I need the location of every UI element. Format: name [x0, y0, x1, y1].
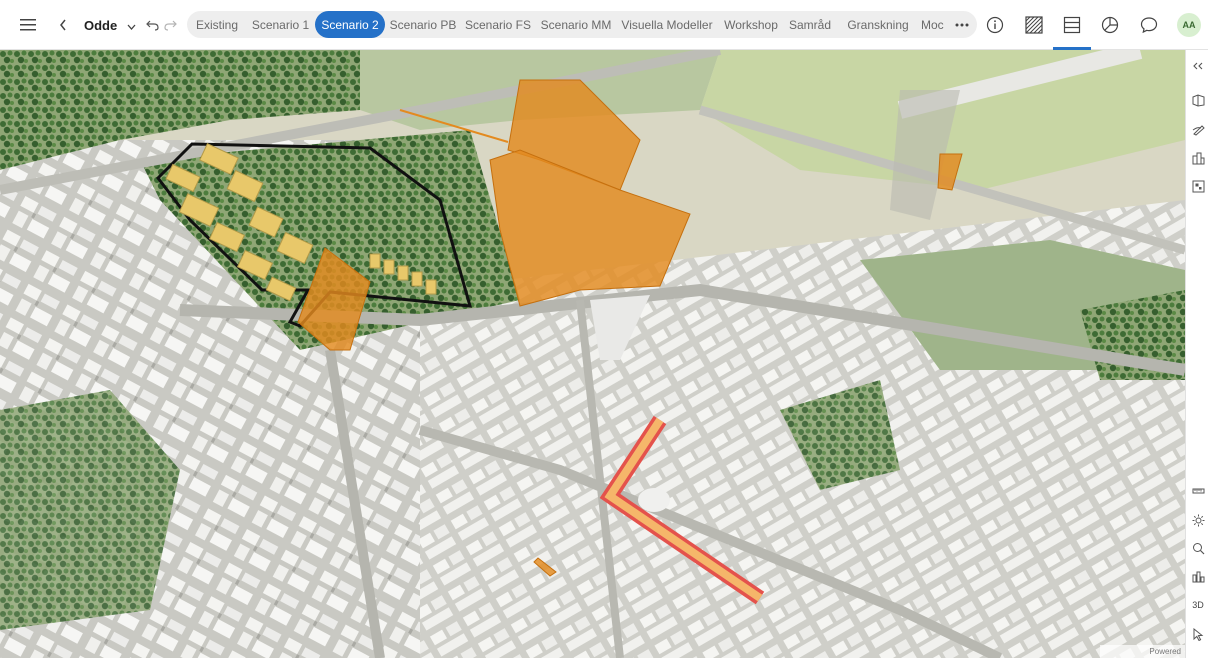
- grid-analysis-icon[interactable]: [1190, 178, 1206, 194]
- layers-list-icon[interactable]: [1061, 14, 1083, 36]
- undo-icon[interactable]: [145, 16, 159, 34]
- tab-scenario-fs[interactable]: Scenario FS: [461, 11, 535, 38]
- pie-chart-icon[interactable]: [1099, 14, 1121, 36]
- hatch-pattern-icon[interactable]: [1023, 14, 1045, 36]
- measure-icon[interactable]: [1190, 482, 1206, 498]
- comment-icon[interactable]: [1138, 14, 1160, 36]
- sun-daylight-icon[interactable]: [1190, 512, 1206, 528]
- collapse-panel-icon[interactable]: [1190, 58, 1206, 74]
- info-icon[interactable]: [984, 14, 1006, 36]
- tab-moc[interactable]: Moc: [921, 11, 949, 38]
- map-attribution[interactable]: Powered: [1100, 645, 1185, 658]
- draw-tool-icon[interactable]: [1190, 121, 1206, 137]
- tab-samrad[interactable]: Samråd: [785, 11, 835, 38]
- tab-scenario-pb[interactable]: Scenario PB: [387, 11, 459, 38]
- hamburger-menu-icon[interactable]: [18, 15, 38, 35]
- more-tabs-icon[interactable]: [951, 11, 973, 38]
- select-cursor-icon[interactable]: [1190, 626, 1206, 642]
- buildings-icon[interactable]: [1190, 150, 1206, 166]
- back-arrow-icon[interactable]: [56, 15, 70, 35]
- chevron-down-icon: [127, 18, 136, 33]
- scene-map-view[interactable]: [0, 50, 1185, 658]
- tab-workshop[interactable]: Workshop: [719, 11, 783, 38]
- scenario-tabs: Existing Scenario 1 Scenario 2 Scenario …: [187, 11, 977, 38]
- view-mode-3d[interactable]: 3D: [1190, 597, 1206, 613]
- building-chart-icon[interactable]: [1190, 568, 1206, 584]
- top-toolbar: Odde Existing Scenario 1 Scenario 2 Scen…: [0, 0, 1208, 50]
- right-tool-rail: 3D: [1185, 50, 1208, 658]
- tab-visuella-modeller[interactable]: Visuella Modeller: [617, 11, 717, 38]
- tab-existing[interactable]: Existing: [187, 11, 247, 38]
- redo-icon[interactable]: [163, 16, 177, 34]
- project-name: Odde: [84, 17, 118, 33]
- tab-scenario-2[interactable]: Scenario 2: [315, 11, 385, 38]
- project-selector[interactable]: Odde: [84, 16, 136, 34]
- tab-scenario-mm[interactable]: Scenario MM: [537, 11, 615, 38]
- zoom-search-icon[interactable]: [1190, 540, 1206, 556]
- user-avatar[interactable]: AA: [1177, 13, 1201, 37]
- tab-scenario-1[interactable]: Scenario 1: [247, 11, 314, 38]
- map-layers-icon[interactable]: [1190, 92, 1206, 108]
- tab-granskning[interactable]: Granskning: [837, 11, 919, 38]
